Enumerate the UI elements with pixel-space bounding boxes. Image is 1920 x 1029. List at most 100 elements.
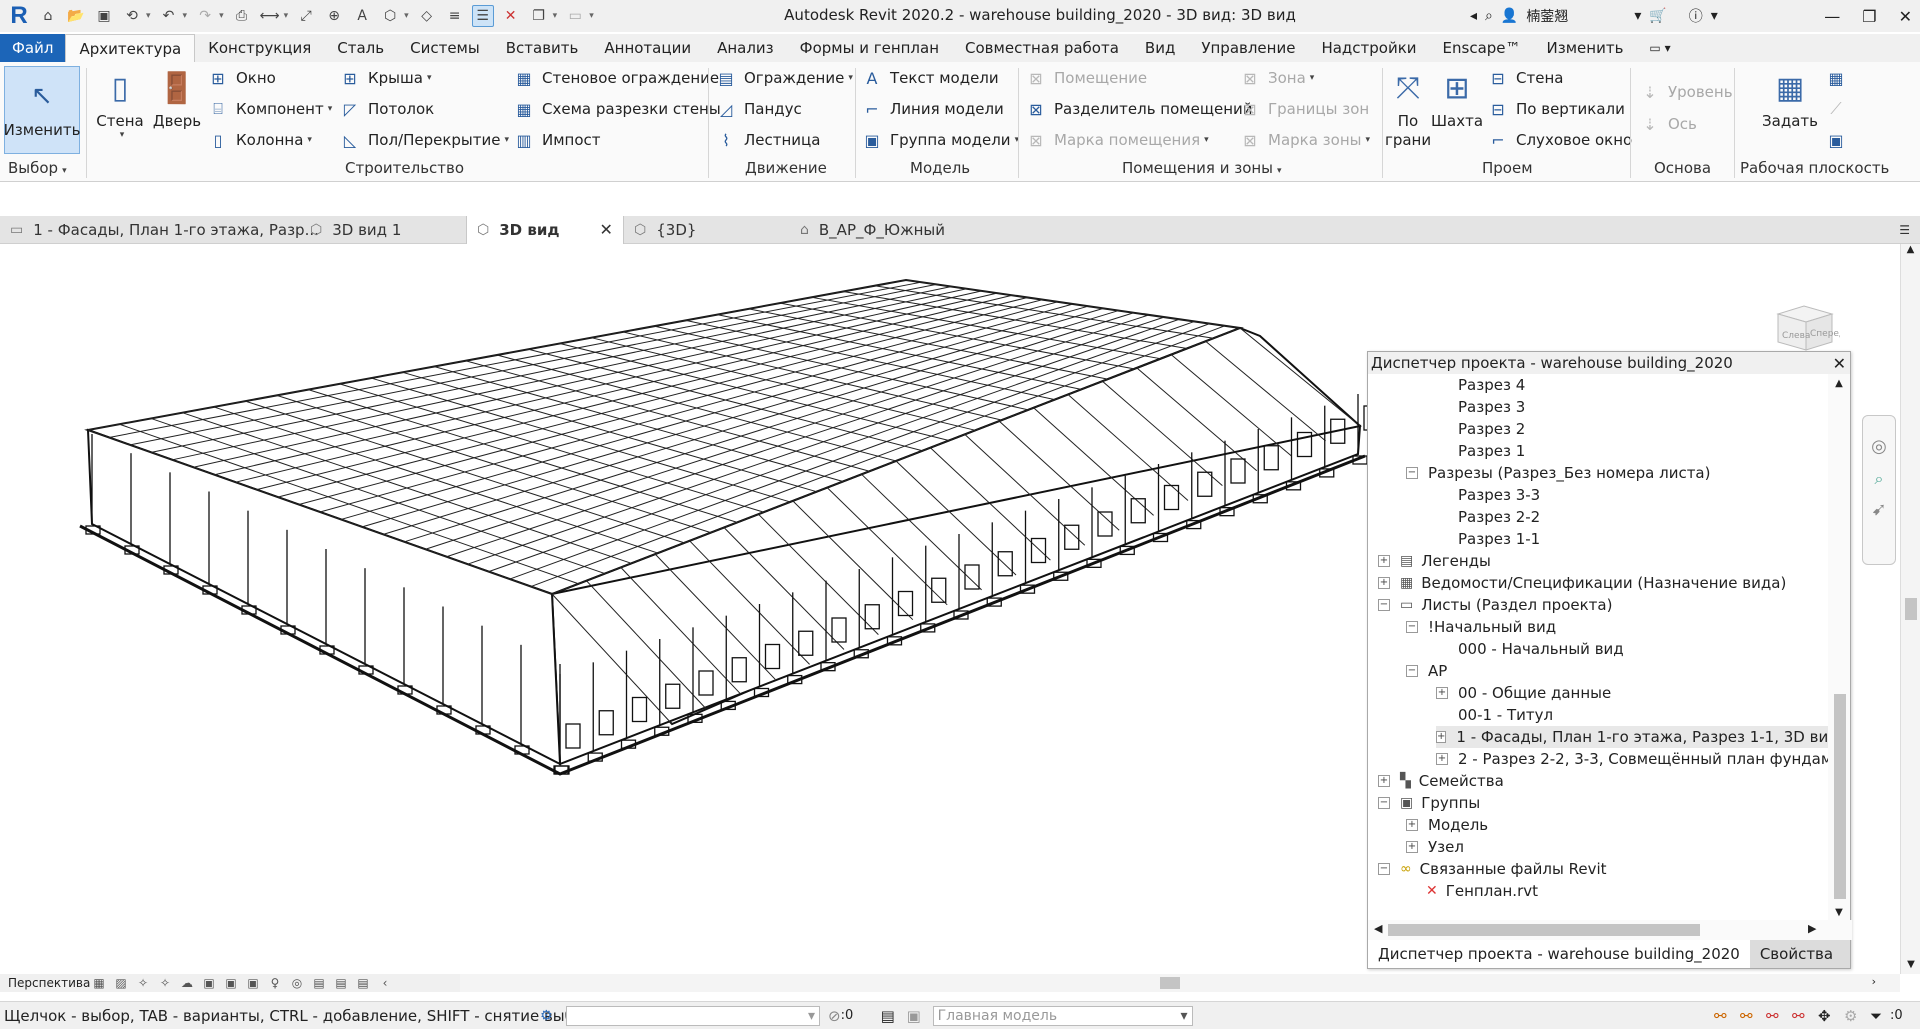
panel-workplane[interactable]: Рабочая плоскость <box>1740 159 1889 177</box>
panel-select[interactable]: Выбор ▾ <box>8 159 67 177</box>
background-processes-icon[interactable]: ⚙ <box>1844 1007 1870 1025</box>
redo-icon[interactable]: ↷ <box>194 5 216 27</box>
scroll-thumb[interactable] <box>1834 694 1846 899</box>
tab-list-icon[interactable]: ☰ <box>1889 216 1920 244</box>
scroll-down-icon[interactable]: ▼ <box>1901 959 1920 970</box>
arrow-left-icon[interactable]: ◂ <box>1470 8 1477 24</box>
floor-button[interactable]: ◺ Пол/Перекрытие ▾ <box>340 130 509 150</box>
tree-item-detail-groups[interactable]: + Узел <box>1406 836 1464 858</box>
print-icon[interactable]: ⎙ <box>231 5 253 27</box>
dropdown-icon[interactable]: ▾ <box>404 11 409 21</box>
expand-icon[interactable]: + <box>1378 555 1390 567</box>
tab-view-3d-1[interactable]: ⬡ 3D вид 1 <box>300 216 466 244</box>
tab-modify[interactable]: Изменить <box>1534 34 1637 62</box>
tab-insert[interactable]: Вставить <box>493 34 592 62</box>
expand-icon[interactable]: + <box>1378 577 1390 589</box>
aligned-dimension-icon[interactable]: ⤢ <box>295 5 317 27</box>
tree-item-legends[interactable]: + ▤ Легенды <box>1378 550 1491 572</box>
room-tag-button[interactable]: ⊠ Марка помещения ▾ <box>1026 130 1208 150</box>
zoom-icon[interactable]: ⌕ <box>1863 469 1895 489</box>
model-line-button[interactable]: ⌐ Линия модели <box>862 99 1004 119</box>
tab-structure[interactable]: Конструкция <box>195 34 324 62</box>
collapse-icon[interactable]: − <box>1378 797 1390 809</box>
tree-item-start-view-group[interactable]: − !Начальный вид <box>1406 616 1556 638</box>
filter-icon[interactable]: ⏷ <box>1870 1007 1890 1025</box>
detail-level-icon[interactable]: ▦ <box>90 976 108 990</box>
dropdown-icon[interactable]: ▾ <box>589 11 594 21</box>
scroll-right-icon[interactable]: ▶ <box>1808 922 1816 935</box>
tag-icon[interactable]: ⊕ <box>323 5 345 27</box>
help-icon[interactable]: ⓘ <box>1689 6 1703 26</box>
room-button[interactable]: ⊠ Помещение <box>1026 68 1147 88</box>
lock-view-icon[interactable]: ▣ <box>244 976 262 990</box>
scroll-up-icon[interactable]: ▲ <box>1828 378 1850 389</box>
worksharing-display-icon[interactable]: ▤ <box>310 976 328 990</box>
scroll-thumb[interactable] <box>1905 598 1917 620</box>
select-links-icon[interactable]: ⚯ <box>1714 1007 1740 1025</box>
model-group-button[interactable]: ▣ Группа модели ▾ <box>862 130 1019 150</box>
tree-item-families[interactable]: + ▚ Семейства <box>1378 770 1504 792</box>
undo-icon[interactable]: ↶ <box>158 5 180 27</box>
dropdown-icon[interactable]: ▾ <box>146 11 151 21</box>
open-icon[interactable]: 📂 <box>65 5 87 27</box>
collapse-icon[interactable]: − <box>1406 621 1418 633</box>
crop-region-icon[interactable]: ▣ <box>222 976 240 990</box>
door-button[interactable]: 🚪 Дверь <box>152 68 202 131</box>
railing-button[interactable]: ▤ Ограждение ▾ <box>716 68 852 88</box>
close-icon[interactable]: ✕ <box>1899 7 1912 26</box>
dropdown-icon[interactable]: ▾ <box>553 11 558 21</box>
panel-model[interactable]: Модель <box>910 159 970 177</box>
scroll-thumb[interactable] <box>1388 924 1700 936</box>
dropdown-icon[interactable]: ▾ <box>284 11 289 21</box>
view-projection-label[interactable]: Перспектива <box>0 976 90 990</box>
level-button[interactable]: ⇣ Уровень <box>1640 82 1732 102</box>
tree-item-section-2[interactable]: Разрез 2 <box>1458 418 1525 440</box>
tree-item-schedules[interactable]: + ▦ Ведомости/Спецификации (Назначение вид… <box>1378 572 1786 594</box>
visual-style-icon[interactable]: ▨ <box>112 976 130 990</box>
curtain-grid-button[interactable]: ▦ Схема разрезки стены <box>514 99 720 119</box>
tab-view-3d-default[interactable]: ⬡ {3D} <box>624 216 790 244</box>
project-browser-horizontal-scrollbar[interactable]: ◀ ▶ <box>1368 920 1852 940</box>
window-button[interactable]: ⊞ Окно <box>208 68 276 88</box>
ceiling-button[interactable]: ◸ Потолок <box>340 99 434 119</box>
tab-project-browser[interactable]: Диспетчер проекта - warehouse building_2… <box>1368 940 1750 968</box>
collapse-icon[interactable]: − <box>1378 863 1390 875</box>
orbit-icon[interactable]: ➹ <box>1863 499 1895 520</box>
component-button[interactable]: ⌸ Компонент ▾ <box>208 99 332 119</box>
collapse-icon[interactable]: − <box>1378 599 1390 611</box>
scroll-thumb[interactable] <box>1160 977 1180 989</box>
tree-item-sheets[interactable]: − ▭ Листы (Раздел проекта) <box>1378 594 1612 616</box>
tree-item-site-plan-link[interactable]: ✕ Генплан.rvt <box>1426 880 1538 902</box>
tab-manage[interactable]: Управление <box>1188 34 1308 62</box>
steering-wheel-icon[interactable]: ◎ <box>1863 436 1895 457</box>
tree-item-title[interactable]: 00-1 - Титул <box>1458 704 1553 726</box>
analytical-model-icon[interactable]: ▤ <box>332 976 350 990</box>
editable-only-icon[interactable]: ⊘ <box>828 1007 841 1025</box>
close-windows-icon[interactable]: ✕ <box>500 5 522 27</box>
tab-view-elevation[interactable]: ⌂ В_АР_Ф_Южный <box>790 216 955 244</box>
workset-selector[interactable]: ▾ <box>566 1005 820 1026</box>
scroll-down-icon[interactable]: ▼ <box>1828 907 1850 918</box>
tree-item-general-data[interactable]: +00 - Общие данные <box>1436 682 1611 704</box>
tree-item-start-view[interactable]: 000 - Начальный вид <box>1458 638 1624 660</box>
dropdown-icon[interactable]: ▾ <box>219 11 224 21</box>
expand-icon[interactable]: + <box>1436 731 1447 743</box>
tree-item-section-1[interactable]: Разрез 1 <box>1458 440 1525 462</box>
select-by-face-icon[interactable]: ⚯ <box>1792 1007 1818 1025</box>
room-separator-button[interactable]: ⊠ Разделитель помещений <box>1026 99 1252 119</box>
tab-file[interactable]: Файл <box>0 34 66 62</box>
expand-icon[interactable]: + <box>1436 687 1448 699</box>
panel-opening[interactable]: Проем <box>1482 159 1533 177</box>
tree-item-section-3[interactable]: Разрез 3 <box>1458 396 1525 418</box>
tree-item-section-4[interactable]: Разрез 4 <box>1458 374 1525 396</box>
project-browser-vertical-scrollbar[interactable]: ▲ ▼ <box>1828 374 1850 920</box>
3d-view-icon[interactable]: ⬡ <box>379 5 401 27</box>
tree-item-groups[interactable]: − ▣ Группы <box>1378 792 1480 814</box>
tab-addins[interactable]: Надстройки <box>1308 34 1429 62</box>
crop-view-icon[interactable]: ▣ <box>200 976 218 990</box>
user-name[interactable]: 楠蓥翘 <box>1526 6 1626 26</box>
tab-systems[interactable]: Системы <box>397 34 493 62</box>
temporary-hide-icon[interactable]: ♀ <box>266 976 284 990</box>
minimize-icon[interactable]: — <box>1824 7 1840 26</box>
select-underlay-icon[interactable]: ⚯ <box>1740 1007 1766 1025</box>
